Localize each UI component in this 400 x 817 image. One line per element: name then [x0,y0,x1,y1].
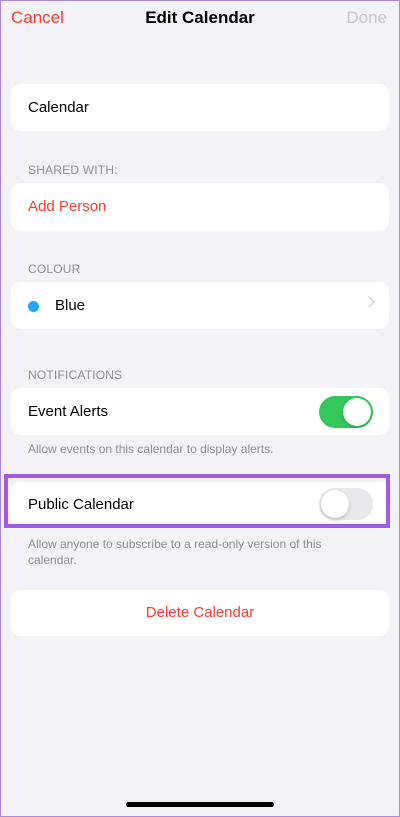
page-title: Edit Calendar [145,8,255,27]
calendar-name-card: Calendar [11,84,389,131]
shared-with-header: SHARED WITH: [28,163,118,177]
toggle-knob [343,398,371,426]
shared-with-card: Add Person [11,183,389,231]
colour-value: Blue [55,297,86,314]
delete-calendar-label: Delete Calendar [145,604,255,621]
delete-calendar-button[interactable]: Delete Calendar [11,590,389,636]
calendar-name-field[interactable]: Calendar [28,99,89,116]
public-calendar-footer: Allow anyone to subscribe to a read-only… [28,537,322,567]
event-alerts-footer: Allow events on this calendar to display… [28,442,274,456]
edit-calendar-screen: Cancel Edit Calendar Done Calendar SHARE… [1,1,399,816]
done-button[interactable]: Done [346,8,387,28]
event-alerts-label: Event Alerts [28,403,109,420]
colour-header: COLOUR [28,262,81,276]
highlight-outline [4,474,390,528]
event-alerts-toggle[interactable] [319,396,373,428]
colour-row[interactable]: Blue [11,282,389,329]
chevron-right-icon [363,296,375,308]
navigation-bar: Cancel Edit Calendar Done [1,1,399,37]
notifications-header: NOTIFICATIONS [28,368,123,382]
add-person-button[interactable]: Add Person [28,198,106,215]
colour-swatch-icon [28,301,39,312]
event-alerts-row: Event Alerts [11,388,389,435]
home-indicator [126,802,274,807]
